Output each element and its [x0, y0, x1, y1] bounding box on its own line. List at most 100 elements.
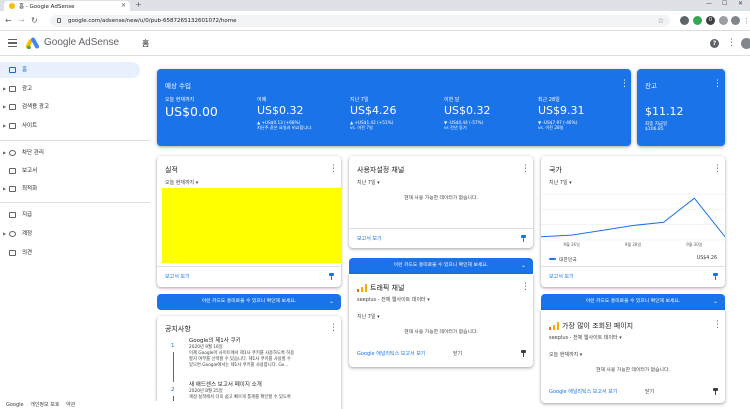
address-bar[interactable]: google.com/adsense/new/u/0/pub-658726513…: [50, 15, 670, 27]
series-line-korea: [541, 197, 725, 238]
period-selector[interactable]: 지난 7일 ▾: [357, 313, 380, 320]
balance-card: 잔고 ⋮ $11.12 최종 지급일 $106.85: [637, 69, 725, 146]
traffic-channels-card: 트래픽 채널 ⋮ seeplus - 전체 웹사이트 데이터 ▾ 지난 7일 ▾…: [349, 274, 533, 367]
sidebar-item-feedback[interactable]: 의견: [0, 245, 140, 261]
sidebar-item-blocking[interactable]: ▶ 차단 관리: [0, 145, 140, 161]
minimize-icon[interactable]: —: [706, 0, 712, 7]
empty-state-text: 현재 사용 가능한 데이터가 없습니다.: [404, 330, 478, 335]
sidebar-item-reports[interactable]: 보고서: [0, 163, 140, 179]
pin-icon[interactable]: [521, 235, 526, 242]
reports-icon: [9, 168, 16, 174]
extension-icon[interactable]: [693, 16, 702, 25]
period-selector[interactable]: 지난 7일 ▾: [549, 179, 572, 186]
collapse-chevron-icon[interactable]: ⌄: [521, 258, 526, 274]
more-options-icon[interactable]: ⋮: [521, 165, 530, 174]
more-options-icon[interactable]: ⋮: [713, 165, 722, 174]
more-options-icon[interactable]: ⋮: [329, 324, 338, 333]
earnings-label: 이번 달: [444, 97, 460, 103]
profile-icon[interactable]: [731, 16, 740, 25]
dismiss-button[interactable]: 닫기: [453, 350, 462, 357]
adsense-favicon-icon: [9, 3, 15, 9]
notice-item[interactable]: 새 애드센스 보고서 페이지 소개 2020년 8월 25일 계정 실적에서 더…: [189, 382, 339, 401]
maximize-icon[interactable]: ☐: [722, 0, 727, 7]
notice-rail: [173, 352, 174, 382]
hamburger-menu-icon[interactable]: [8, 39, 17, 47]
empty-state-text: 현재 사용 가능한 데이터가 없습니다.: [404, 196, 478, 201]
pin-icon[interactable]: [521, 350, 526, 357]
window-close-icon[interactable]: ✕: [738, 0, 743, 7]
more-options-icon[interactable]: ⋮: [329, 165, 338, 174]
more-options-icon[interactable]: ⋮: [713, 80, 722, 89]
pin-icon[interactable]: [329, 273, 334, 280]
back-icon[interactable]: ←: [5, 15, 12, 26]
sidebar-item-ads[interactable]: ▶ 광고: [0, 81, 140, 97]
earnings-comparison: vs 전년 동기: [444, 125, 467, 131]
legend-label: 대한민국: [559, 258, 577, 263]
sidebar-item-label: 최적화: [22, 186, 38, 192]
notices-card: 공지사항 ⋮ 1 Google의 제1사 쿠키 2020년 9월 16일 이제 …: [157, 316, 341, 409]
notice-text: 있으면 Google에서는 제1사 쿠키를 사용합니다. Go...: [189, 363, 289, 368]
earnings-value: US$9.31: [538, 104, 585, 117]
pin-icon[interactable]: [713, 273, 718, 280]
expand-caret-icon[interactable]: ▶: [3, 226, 6, 242]
property-selector[interactable]: seeplus - 전체 웹사이트 데이터 ▾: [357, 296, 430, 303]
extension-icon[interactable]: [719, 16, 728, 25]
expand-caret-icon[interactable]: ▶: [3, 99, 6, 115]
expand-caret-icon[interactable]: ▶: [3, 145, 6, 161]
expand-caret-icon[interactable]: ▶: [3, 81, 6, 97]
earnings-value: US$0.32: [257, 104, 304, 117]
sidebar-item-payments[interactable]: 지급: [0, 207, 140, 223]
dismiss-button[interactable]: 닫기: [645, 388, 654, 395]
pin-icon[interactable]: [713, 388, 718, 395]
collapse-chevron-icon[interactable]: ⌄: [329, 294, 334, 310]
property-selector[interactable]: seeplus - 전체 웹사이트 데이터 ▾: [549, 334, 622, 341]
sidebar-item-optimization[interactable]: ▶ 최적화: [0, 181, 140, 197]
page-title: 홈: [142, 39, 150, 48]
bookmark-star-icon[interactable]: ☆: [658, 15, 664, 27]
view-report-link[interactable]: 보고서 보기: [165, 273, 190, 280]
help-icon[interactable]: ?: [710, 39, 719, 48]
more-options-icon[interactable]: ⋮: [727, 39, 736, 48]
analytics-report-link[interactable]: Google 애널리틱스 보고서 보기: [357, 350, 425, 357]
terms-link[interactable]: 약관: [66, 402, 75, 408]
view-report-link[interactable]: 보고서 보기: [357, 235, 382, 242]
sidebar-item-account[interactable]: ▶ 계정: [0, 226, 140, 242]
forward-icon[interactable]: →: [18, 15, 25, 26]
card-divider: [349, 228, 533, 229]
more-options-icon[interactable]: ⋮: [713, 321, 722, 330]
period-selector[interactable]: 지난 7일 ▾: [357, 179, 380, 186]
avatar[interactable]: [741, 38, 750, 49]
card-divider: [541, 266, 725, 267]
top-pages-card: 가장 많이 조회된 페이지 ⋮ seeplus - 전체 웹사이트 데이터 ▾ …: [541, 310, 725, 403]
collapse-chevron-icon[interactable]: ⌄: [713, 294, 718, 310]
earnings-comparison: vs. 이전 7일: [350, 125, 373, 131]
more-options-icon[interactable]: ⋮: [620, 80, 629, 89]
expand-caret-icon[interactable]: ▶: [3, 181, 6, 197]
reload-icon[interactable]: ↻: [31, 15, 38, 26]
sites-icon: [9, 123, 16, 129]
new-tab-icon[interactable]: +: [135, 0, 142, 9]
analytics-report-link[interactable]: Google 애널리틱스 보고서 보기: [549, 388, 617, 395]
banner-text: 이런 카드도 흥미로울 수 있으니 확인해 보세요.: [585, 299, 681, 304]
sidebar-item-sites[interactable]: ▶ 사이트: [0, 118, 140, 134]
view-report-link[interactable]: 보고서 보기: [549, 273, 574, 280]
analytics-icon: [357, 284, 367, 292]
sidebar-item-home[interactable]: 홈: [0, 62, 140, 78]
notice-item[interactable]: Google의 제1사 쿠키 2020년 9월 16일 이제 Google이 사…: [189, 338, 339, 369]
card-title: 사용자설정 채널: [357, 166, 405, 174]
period-label: 오늘 현재까지: [549, 352, 579, 358]
extension-icon[interactable]: [680, 16, 689, 25]
privacy-link[interactable]: 개인정보 보호: [30, 402, 59, 408]
more-options-icon[interactable]: ⋮: [521, 283, 530, 292]
close-tab-icon[interactable]: ✕: [121, 2, 126, 9]
home-icon: [9, 67, 16, 73]
browser-tab[interactable]: 홈 - Google AdSense ✕: [4, 1, 130, 11]
performance-chart-area: [162, 188, 342, 263]
expand-caret-icon[interactable]: ▶: [3, 118, 6, 134]
browser-menu-icon[interactable]: ⋮: [743, 17, 750, 26]
sidebar-item-search-ads[interactable]: ▶ 검색용 광고: [0, 99, 140, 115]
period-selector[interactable]: 오늘 현재까지 ▾: [549, 351, 582, 358]
period-selector[interactable]: 오늘 현재까지 ▾: [165, 179, 198, 186]
earnings-label: 어제: [257, 97, 267, 103]
extension-badge-icon[interactable]: 0: [706, 16, 715, 25]
